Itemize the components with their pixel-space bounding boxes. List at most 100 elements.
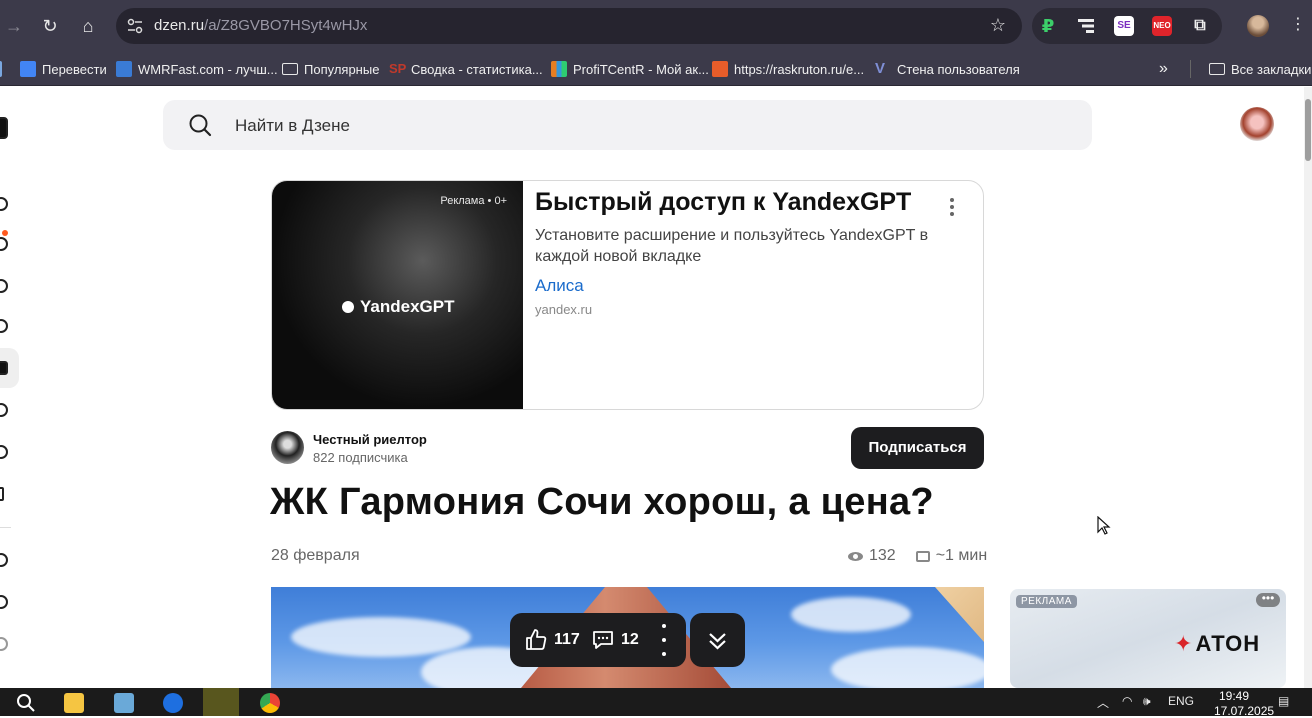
dzen-logo-icon[interactable] bbox=[0, 117, 8, 139]
notifications-icon[interactable]: ▤ bbox=[1278, 694, 1289, 708]
comments-button[interactable]: 12 bbox=[591, 613, 639, 667]
bookmarks-bar: Перевести WMRFast.com - лучш... Популярн… bbox=[0, 52, 1312, 86]
bookmark-popular-folder[interactable]: Популярные bbox=[282, 59, 379, 79]
search-input[interactable]: Найти в Дзене bbox=[235, 116, 350, 136]
active-app-icon[interactable] bbox=[203, 688, 239, 716]
read-time-icon bbox=[915, 550, 930, 562]
bookmark-translate[interactable]: Перевести bbox=[20, 59, 107, 79]
chrome-icon[interactable] bbox=[260, 693, 280, 713]
reload-icon[interactable]: ↻ bbox=[38, 14, 62, 38]
search-bar[interactable]: Найти в Дзене bbox=[163, 100, 1092, 150]
info-nav-icon[interactable] bbox=[0, 637, 8, 651]
folder-icon bbox=[1209, 63, 1225, 75]
reactions-bar: 117 12 bbox=[510, 613, 686, 667]
yandexgpt-logo: YandexGPT bbox=[342, 297, 454, 317]
browser-toolbar: → ↻ ⌂ dzen.ru/a/Z8GVBO7HSyt4wHJx ☆ ₽ SE … bbox=[0, 0, 1312, 52]
scrollbar-thumb[interactable] bbox=[1305, 99, 1311, 161]
bookmark-wmrfast[interactable]: WMRFast.com - лучш... bbox=[116, 59, 278, 79]
aton-logo: ✦ АТОН bbox=[1174, 631, 1261, 656]
page-scrollbar[interactable] bbox=[1304, 87, 1312, 688]
neo-extension-icon[interactable]: NEO bbox=[1152, 16, 1172, 36]
bookmarks-more-icon[interactable]: » bbox=[1159, 59, 1168, 79]
ad-description: Установите расширение и пользуйтесь Yand… bbox=[535, 227, 929, 265]
language-indicator[interactable]: ENG bbox=[1168, 694, 1194, 708]
v-logo-icon: V bbox=[875, 60, 886, 77]
scroll-down-button[interactable] bbox=[690, 613, 745, 667]
ad-banner[interactable]: Реклама • 0+ YandexGPT Быстрый доступ к … bbox=[271, 180, 984, 410]
like-button[interactable]: 117 bbox=[524, 613, 580, 667]
search-nav-icon[interactable] bbox=[0, 279, 8, 293]
profile-avatar[interactable] bbox=[1247, 15, 1269, 37]
ad-domain: yandex.ru bbox=[535, 302, 593, 317]
dzen-page: Найти в Дзене Реклама • 0+ YandexGPT Быс… bbox=[0, 87, 1312, 688]
extensions-area: ₽ SE NEO ⧉ bbox=[1032, 8, 1222, 44]
site-settings-icon[interactable] bbox=[126, 17, 144, 35]
user-avatar[interactable] bbox=[1240, 107, 1274, 141]
notifications-nav-icon[interactable] bbox=[0, 237, 8, 251]
sp-logo-icon: SP bbox=[389, 61, 407, 76]
home-nav-icon[interactable] bbox=[0, 197, 8, 211]
wifi-icon[interactable]: ◠ bbox=[1122, 694, 1132, 708]
author-avatar[interactable] bbox=[271, 431, 304, 464]
side-ad-menu-icon[interactable]: ••• bbox=[1256, 592, 1280, 607]
article-date: 28 февраля bbox=[271, 547, 360, 564]
bookmark-svodka[interactable]: SP Сводка - статистика... bbox=[389, 59, 543, 79]
settings-nav-icon[interactable] bbox=[0, 595, 8, 609]
url-text[interactable]: dzen.ru/a/Z8GVBO7HSyt4wHJx bbox=[154, 17, 367, 34]
video-nav-icon[interactable] bbox=[0, 319, 8, 333]
all-bookmarks[interactable]: Все закладки bbox=[1209, 59, 1311, 79]
side-ad[interactable]: РЕКЛАМА ••• ✦ АТОН bbox=[1010, 589, 1286, 688]
left-nav-rail bbox=[0, 87, 20, 688]
ad-link[interactable]: Алиса bbox=[535, 276, 584, 296]
raskruton-icon bbox=[712, 61, 728, 77]
studio-nav-icon[interactable] bbox=[0, 487, 4, 501]
subscribe-button[interactable]: Подписаться bbox=[851, 427, 984, 469]
chart-bars-icon bbox=[551, 61, 567, 77]
messenger-icon[interactable] bbox=[163, 693, 183, 713]
google-translate-icon bbox=[20, 61, 36, 77]
file-explorer-icon[interactable] bbox=[64, 693, 84, 713]
search-icon[interactable] bbox=[16, 693, 36, 713]
ruble-extension-icon[interactable]: ₽ bbox=[1038, 16, 1058, 36]
articles-nav-icon[interactable] bbox=[0, 361, 8, 375]
bookmark-user-wall[interactable]: V Стена пользователя bbox=[875, 59, 1020, 79]
views-icon bbox=[848, 551, 863, 561]
windows-taskbar: ︿ ◠ 🕪 ENG 19:49 17.07.2025 ▤ bbox=[0, 688, 1312, 717]
home-icon[interactable]: ⌂ bbox=[76, 14, 100, 38]
read-time: ~1 мин bbox=[935, 547, 988, 564]
ad-menu-icon[interactable] bbox=[950, 198, 956, 219]
bookmark-star-icon[interactable]: ☆ bbox=[990, 15, 1006, 36]
browser-menu-icon[interactable]: ⋮ bbox=[1290, 14, 1306, 34]
puzzle-extensions-icon[interactable]: ⧉ bbox=[1190, 16, 1210, 36]
bookmarks-divider bbox=[1190, 60, 1191, 78]
volume-icon[interactable]: 🕪 bbox=[1143, 694, 1151, 709]
comments-count: 12 bbox=[621, 631, 639, 648]
tray-chevron-icon[interactable]: ︿ bbox=[1097, 694, 1109, 711]
bookmark-raskruton[interactable]: https://raskruton.ru/e... bbox=[712, 59, 864, 79]
address-bar[interactable]: dzen.ru/a/Z8GVBO7HSyt4wHJx ☆ bbox=[116, 8, 1022, 44]
more-actions-icon[interactable] bbox=[662, 613, 666, 667]
ad-title[interactable]: Быстрый доступ к YandexGPT bbox=[535, 188, 911, 217]
search-icon bbox=[189, 114, 212, 137]
forward-arrow-icon[interactable]: → bbox=[2, 14, 26, 38]
likes-count: 117 bbox=[554, 631, 580, 648]
ad-image[interactable]: Реклама • 0+ YandexGPT bbox=[272, 181, 523, 409]
subscriptions-nav-icon[interactable] bbox=[0, 445, 8, 459]
article-title: ЖК Гармония Сочи хорош, а цена? bbox=[270, 481, 934, 523]
double-chevron-down-icon bbox=[709, 633, 726, 650]
se-extension-icon[interactable]: SE bbox=[1114, 16, 1134, 36]
favorites-nav-icon[interactable] bbox=[0, 403, 8, 417]
author-name[interactable]: Честный риелтор bbox=[313, 432, 427, 447]
article-meta: 132 ~1 мин bbox=[848, 547, 987, 565]
building-corner-image bbox=[935, 587, 984, 642]
comment-icon bbox=[593, 631, 613, 649]
bookmark-edge[interactable] bbox=[0, 59, 2, 79]
layers-extension-icon[interactable] bbox=[1076, 16, 1096, 36]
bookmark-profitcentr[interactable]: ProfiTCentR - Мой ак... bbox=[551, 59, 709, 79]
system-clock[interactable]: 19:49 17.07.2025 bbox=[1214, 690, 1274, 717]
app-icon[interactable] bbox=[114, 693, 134, 713]
help-nav-icon[interactable] bbox=[0, 553, 8, 567]
folder-icon bbox=[282, 63, 298, 75]
ad-label: Реклама • 0+ bbox=[440, 195, 507, 207]
aton-star-icon: ✦ bbox=[1174, 631, 1194, 656]
